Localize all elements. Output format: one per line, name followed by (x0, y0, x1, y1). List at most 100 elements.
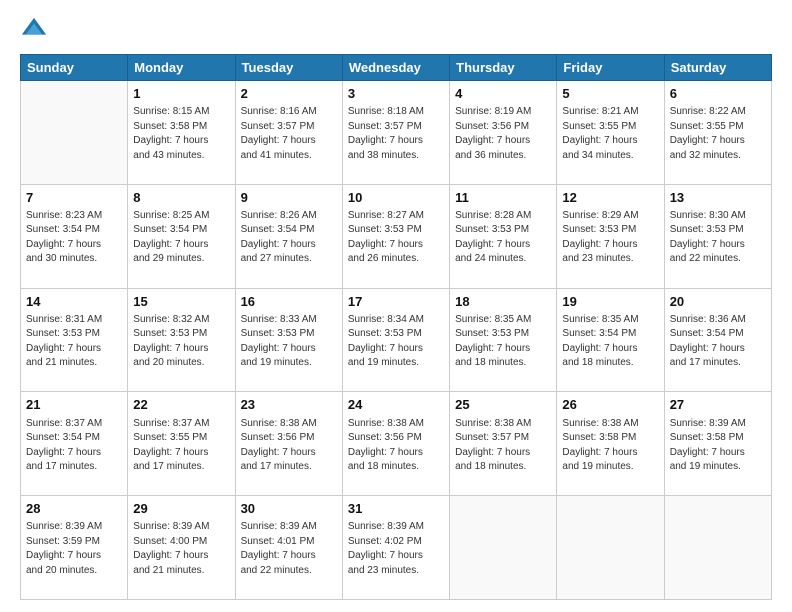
weekday-header-tuesday: Tuesday (235, 55, 342, 81)
day-info: Sunrise: 8:38 AM Sunset: 3:56 PM Dayligh… (241, 417, 337, 475)
day-info: Sunrise: 8:39 AM Sunset: 4:02 PM Dayligh… (348, 520, 444, 578)
day-number: 9 (241, 189, 337, 207)
day-info: Sunrise: 8:19 AM Sunset: 3:56 PM Dayligh… (455, 105, 551, 163)
calendar-cell (664, 496, 771, 600)
day-number: 8 (133, 189, 229, 207)
calendar-cell: 6 Sunrise: 8:22 AM Sunset: 3:55 PM Daylig… (664, 81, 771, 185)
day-number: 1 (133, 85, 229, 103)
day-info: Sunrise: 8:22 AM Sunset: 3:55 PM Dayligh… (670, 105, 766, 163)
week-row-1: 1 Sunrise: 8:15 AM Sunset: 3:58 PM Daylig… (21, 81, 772, 185)
day-info: Sunrise: 8:36 AM Sunset: 3:54 PM Dayligh… (670, 313, 766, 371)
day-info: Sunrise: 8:39 AM Sunset: 3:59 PM Dayligh… (26, 520, 122, 578)
day-info: Sunrise: 8:39 AM Sunset: 3:58 PM Dayligh… (670, 417, 766, 475)
calendar-cell: 30 Sunrise: 8:39 AM Sunset: 4:01 PM Dayli… (235, 496, 342, 600)
day-info: Sunrise: 8:25 AM Sunset: 3:54 PM Dayligh… (133, 209, 229, 267)
day-number: 3 (348, 85, 444, 103)
calendar-cell: 27 Sunrise: 8:39 AM Sunset: 3:58 PM Dayli… (664, 392, 771, 496)
calendar-cell: 28 Sunrise: 8:39 AM Sunset: 3:59 PM Dayli… (21, 496, 128, 600)
page: SundayMondayTuesdayWednesdayThursdayFrid… (0, 0, 792, 612)
day-info: Sunrise: 8:39 AM Sunset: 4:01 PM Dayligh… (241, 520, 337, 578)
day-info: Sunrise: 8:31 AM Sunset: 3:53 PM Dayligh… (26, 313, 122, 371)
day-info: Sunrise: 8:23 AM Sunset: 3:54 PM Dayligh… (26, 209, 122, 267)
day-info: Sunrise: 8:15 AM Sunset: 3:58 PM Dayligh… (133, 105, 229, 163)
day-info: Sunrise: 8:27 AM Sunset: 3:53 PM Dayligh… (348, 209, 444, 267)
day-info: Sunrise: 8:21 AM Sunset: 3:55 PM Dayligh… (562, 105, 658, 163)
day-number: 6 (670, 85, 766, 103)
calendar-cell: 11 Sunrise: 8:28 AM Sunset: 3:53 PM Dayli… (450, 184, 557, 288)
day-info: Sunrise: 8:16 AM Sunset: 3:57 PM Dayligh… (241, 105, 337, 163)
day-number: 15 (133, 293, 229, 311)
day-info: Sunrise: 8:33 AM Sunset: 3:53 PM Dayligh… (241, 313, 337, 371)
day-number: 12 (562, 189, 658, 207)
day-number: 14 (26, 293, 122, 311)
calendar-cell: 24 Sunrise: 8:38 AM Sunset: 3:56 PM Dayli… (342, 392, 449, 496)
calendar-cell: 12Sunrise: 8:29 AM Sunset: 3:53 PM Dayli… (557, 184, 664, 288)
calendar-cell: 4 Sunrise: 8:19 AM Sunset: 3:56 PM Daylig… (450, 81, 557, 185)
calendar-cell: 16Sunrise: 8:33 AM Sunset: 3:53 PM Dayli… (235, 288, 342, 392)
calendar-cell: 25 Sunrise: 8:38 AM Sunset: 3:57 PM Dayli… (450, 392, 557, 496)
calendar-cell: 21Sunrise: 8:37 AM Sunset: 3:54 PM Dayli… (21, 392, 128, 496)
day-number: 29 (133, 500, 229, 518)
header (20, 16, 772, 44)
day-number: 20 (670, 293, 766, 311)
day-info: Sunrise: 8:38 AM Sunset: 3:56 PM Dayligh… (348, 417, 444, 475)
week-row-4: 21Sunrise: 8:37 AM Sunset: 3:54 PM Dayli… (21, 392, 772, 496)
day-info: Sunrise: 8:18 AM Sunset: 3:57 PM Dayligh… (348, 105, 444, 163)
calendar-cell: 20 Sunrise: 8:36 AM Sunset: 3:54 PM Dayli… (664, 288, 771, 392)
calendar-table: SundayMondayTuesdayWednesdayThursdayFrid… (20, 54, 772, 600)
weekday-header-monday: Monday (128, 55, 235, 81)
day-number: 13 (670, 189, 766, 207)
day-number: 23 (241, 396, 337, 414)
calendar-cell: 8 Sunrise: 8:25 AM Sunset: 3:54 PM Daylig… (128, 184, 235, 288)
calendar-cell: 22 Sunrise: 8:37 AM Sunset: 3:55 PM Dayli… (128, 392, 235, 496)
calendar-cell: 15Sunrise: 8:32 AM Sunset: 3:53 PM Dayli… (128, 288, 235, 392)
day-number: 28 (26, 500, 122, 518)
calendar-cell: 2 Sunrise: 8:16 AM Sunset: 3:57 PM Daylig… (235, 81, 342, 185)
calendar-cell: 29 Sunrise: 8:39 AM Sunset: 4:00 PM Dayli… (128, 496, 235, 600)
calendar-cell: 19Sunrise: 8:35 AM Sunset: 3:54 PM Dayli… (557, 288, 664, 392)
day-info: Sunrise: 8:28 AM Sunset: 3:53 PM Dayligh… (455, 209, 551, 267)
day-info: Sunrise: 8:30 AM Sunset: 3:53 PM Dayligh… (670, 209, 766, 267)
day-info: Sunrise: 8:35 AM Sunset: 3:54 PM Dayligh… (562, 313, 658, 371)
logo (20, 16, 52, 44)
calendar-cell: 23 Sunrise: 8:38 AM Sunset: 3:56 PM Dayli… (235, 392, 342, 496)
weekday-header-thursday: Thursday (450, 55, 557, 81)
weekday-header-sunday: Sunday (21, 55, 128, 81)
day-info: Sunrise: 8:26 AM Sunset: 3:54 PM Dayligh… (241, 209, 337, 267)
day-number: 4 (455, 85, 551, 103)
calendar-cell: 26Sunrise: 8:38 AM Sunset: 3:58 PM Dayli… (557, 392, 664, 496)
day-number: 11 (455, 189, 551, 207)
day-number: 2 (241, 85, 337, 103)
calendar-cell: 7 Sunrise: 8:23 AM Sunset: 3:54 PM Daylig… (21, 184, 128, 288)
calendar-cell: 1 Sunrise: 8:15 AM Sunset: 3:58 PM Daylig… (128, 81, 235, 185)
day-number: 30 (241, 500, 337, 518)
calendar-cell: 17Sunrise: 8:34 AM Sunset: 3:53 PM Dayli… (342, 288, 449, 392)
day-number: 5 (562, 85, 658, 103)
day-number: 18 (455, 293, 551, 311)
week-row-3: 14 Sunrise: 8:31 AM Sunset: 3:53 PM Dayli… (21, 288, 772, 392)
calendar-cell (450, 496, 557, 600)
weekday-header-saturday: Saturday (664, 55, 771, 81)
calendar-cell: 9 Sunrise: 8:26 AM Sunset: 3:54 PM Daylig… (235, 184, 342, 288)
weekday-header-wednesday: Wednesday (342, 55, 449, 81)
day-info: Sunrise: 8:38 AM Sunset: 3:57 PM Dayligh… (455, 417, 551, 475)
day-info: Sunrise: 8:35 AM Sunset: 3:53 PM Dayligh… (455, 313, 551, 371)
calendar-cell: 31 Sunrise: 8:39 AM Sunset: 4:02 PM Dayli… (342, 496, 449, 600)
day-info: Sunrise: 8:34 AM Sunset: 3:53 PM Dayligh… (348, 313, 444, 371)
calendar-cell (557, 496, 664, 600)
day-number: 22 (133, 396, 229, 414)
day-number: 24 (348, 396, 444, 414)
day-number: 7 (26, 189, 122, 207)
day-info: Sunrise: 8:39 AM Sunset: 4:00 PM Dayligh… (133, 520, 229, 578)
weekday-header-row: SundayMondayTuesdayWednesdayThursdayFrid… (21, 55, 772, 81)
day-number: 25 (455, 396, 551, 414)
week-row-5: 28 Sunrise: 8:39 AM Sunset: 3:59 PM Dayli… (21, 496, 772, 600)
day-number: 27 (670, 396, 766, 414)
logo-icon (20, 16, 48, 44)
calendar-cell: 10Sunrise: 8:27 AM Sunset: 3:53 PM Dayli… (342, 184, 449, 288)
day-info: Sunrise: 8:37 AM Sunset: 3:55 PM Dayligh… (133, 417, 229, 475)
day-number: 31 (348, 500, 444, 518)
day-info: Sunrise: 8:38 AM Sunset: 3:58 PM Dayligh… (562, 417, 658, 475)
calendar-cell: 18 Sunrise: 8:35 AM Sunset: 3:53 PM Dayli… (450, 288, 557, 392)
day-info: Sunrise: 8:37 AM Sunset: 3:54 PM Dayligh… (26, 417, 122, 475)
